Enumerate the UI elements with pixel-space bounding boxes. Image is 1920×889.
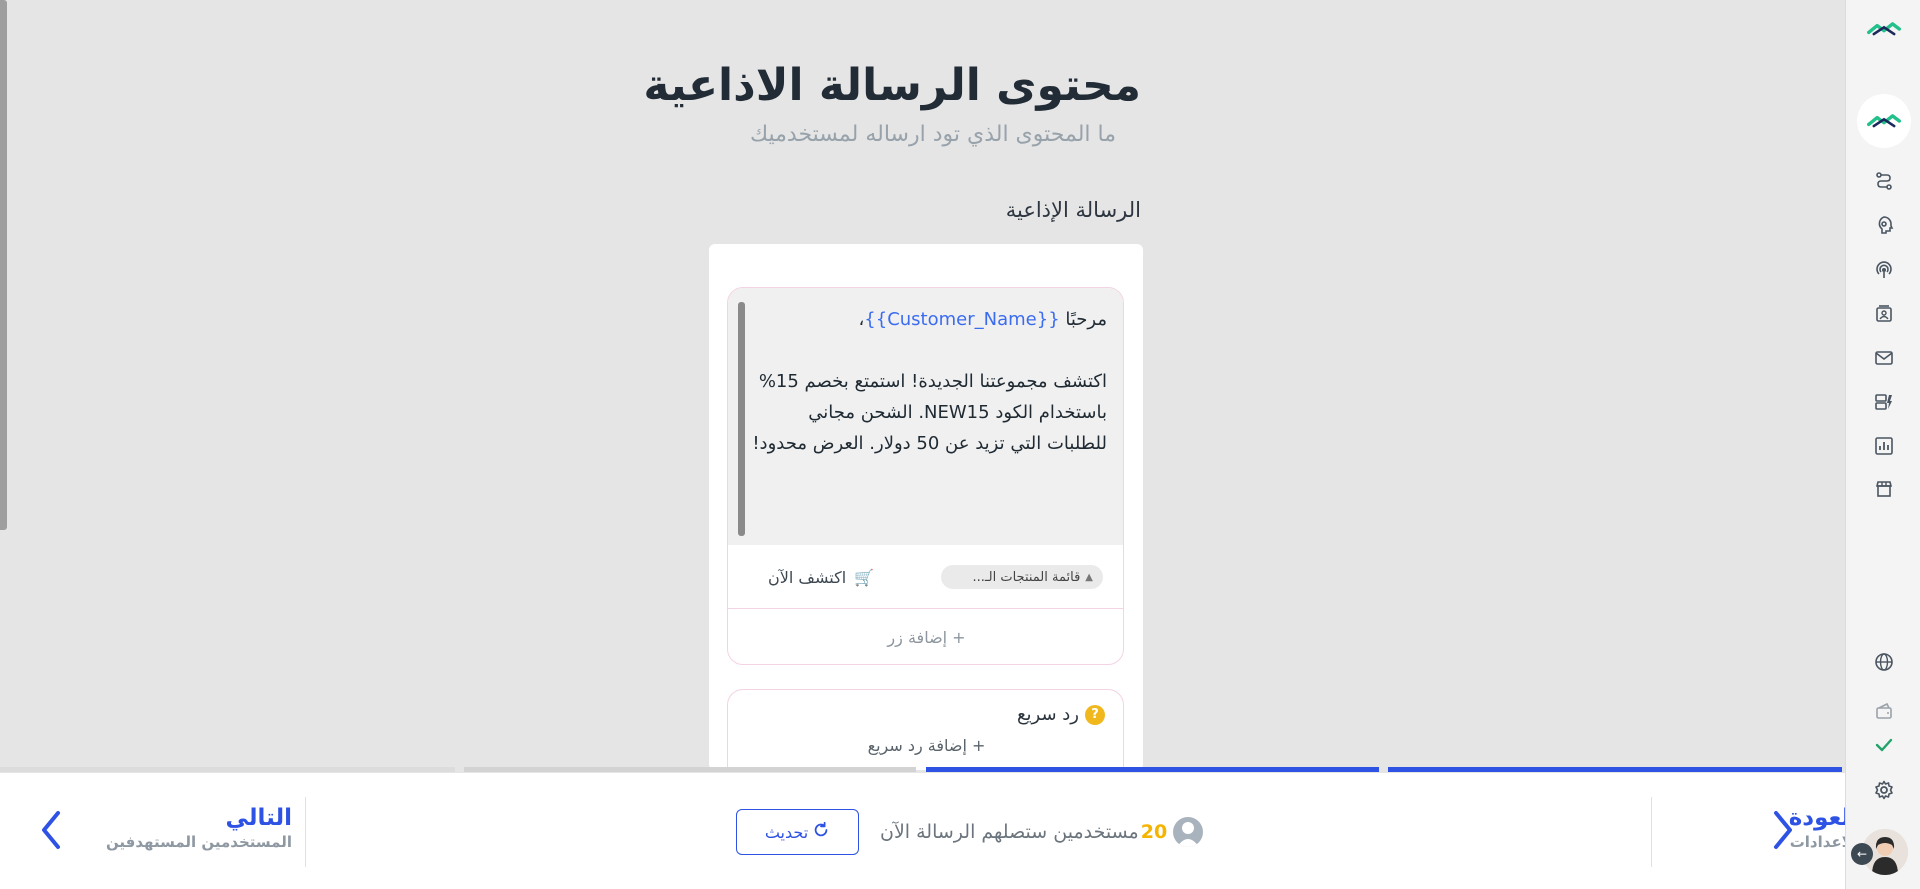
explore-now-label: اكتشف الآن [768,567,847,587]
progress-step-1 [0,767,455,772]
broadcast-section-label: الرسالة الإذاعية [1005,198,1141,222]
help-icon[interactable]: ? [1085,704,1105,725]
progress-step-3 [926,767,1379,772]
refresh-button[interactable]: تحديث [736,809,859,855]
greeting-line: مرحبًا {{Customer_Name}}، [752,304,1107,335]
page-title: محتوى الرسالة الاذاعية [643,60,1141,111]
analytics-icon[interactable] [1846,431,1920,461]
page-subtitle: ما المحتوى الذي تود ارساله لمستخدميك [749,122,1116,147]
quick-reply-title: رد سريع [1016,704,1079,725]
next-arrow-icon[interactable] [34,807,68,853]
flows-icon[interactable] [1846,166,1920,196]
brand-avatar-icon[interactable] [1857,94,1911,148]
recipients-text: مستخدمين ستصلهم الرسالة الآن [880,821,1139,843]
ai-bot-icon[interactable] [1846,210,1920,240]
logo-icon[interactable] [1846,20,1920,42]
message-card: مرحبًا {{Customer_Name}}، اكتشف مجموعتنا… [709,244,1143,770]
settings-icon[interactable] [1846,775,1920,805]
add-quick-reply-button[interactable]: + إضافة رد سريع [728,736,1125,755]
customer-name-variable: {{Customer_Name}} [864,309,1060,330]
mail-icon[interactable] [1846,343,1920,373]
next-title: التالي [225,805,292,831]
back-subtitle: الاعدادات [1789,833,1858,851]
back-step-button[interactable]: العودة الاعدادات [1658,805,1858,851]
store-icon[interactable] [1846,474,1920,504]
greeting-prefix: مرحبًا [1059,309,1107,330]
refresh-icon [812,821,830,843]
page-scrollbar[interactable] [0,0,7,530]
message-body[interactable]: مرحبًا {{Customer_Name}}، اكتشف مجموعتنا… [728,288,1123,545]
next-step-button[interactable]: التالي المستخدمين المستهدفين [78,805,292,851]
message-buttons-row: ▲ قائمة المنتجات الـ... 🛒 اكتشف الآن [728,545,1123,609]
refresh-label: تحديث [764,822,809,842]
quick-reply-header: ? رد سريع [1017,704,1105,725]
back-arrow-icon[interactable] [1766,807,1800,853]
wallet-icon[interactable] [1846,696,1920,726]
message-editor: مرحبًا {{Customer_Name}}، اكتشف مجموعتنا… [727,287,1124,665]
contacts-icon[interactable] [1846,299,1920,329]
footer-divider-right [1651,797,1652,867]
message-text[interactable]: مرحبًا {{Customer_Name}}، اكتشف مجموعتنا… [752,304,1107,490]
quick-reply-box: ? رد سريع + إضافة رد سريع [727,689,1124,770]
broadcast-icon[interactable] [1846,255,1920,285]
check-icon[interactable] [1846,730,1920,760]
product-list-chip[interactable]: ▲ قائمة المنتجات الـ... [941,565,1103,589]
product-list-icon: ▲ [1085,571,1093,583]
back-title: العودة [1788,805,1858,831]
recipients-count: 20 [1140,821,1168,843]
templates-icon[interactable] [1846,387,1920,417]
next-subtitle: المستخدمين المستهدفين [105,833,292,851]
collapse-sidebar-icon[interactable]: ← [1851,843,1873,865]
add-button[interactable]: + إضافة زر [728,610,1123,664]
footer-divider-left [305,797,306,867]
message-scrollbar[interactable] [738,302,745,536]
cart-icon: 🛒 [854,567,875,587]
product-list-label: قائمة المنتجات الـ... [972,569,1081,585]
explore-now-button[interactable]: 🛒 اكتشف الآن [768,565,874,589]
globe-icon[interactable] [1846,647,1920,677]
wizard-footer: التالي المستخدمين المستهدفين تحديث 20 مس… [0,773,1858,889]
body-text: اكتشف مجموعتنا الجديدة! استمتع بخصم 15% … [752,371,1107,454]
progress-step-2 [464,767,916,772]
user-avatar-icon [1173,817,1204,847]
recipients-info: 20 مستخدمين ستصلهم الرسالة الآن [880,817,1204,847]
progress-step-4 [1388,767,1842,772]
right-sidebar: ← [1845,0,1920,889]
